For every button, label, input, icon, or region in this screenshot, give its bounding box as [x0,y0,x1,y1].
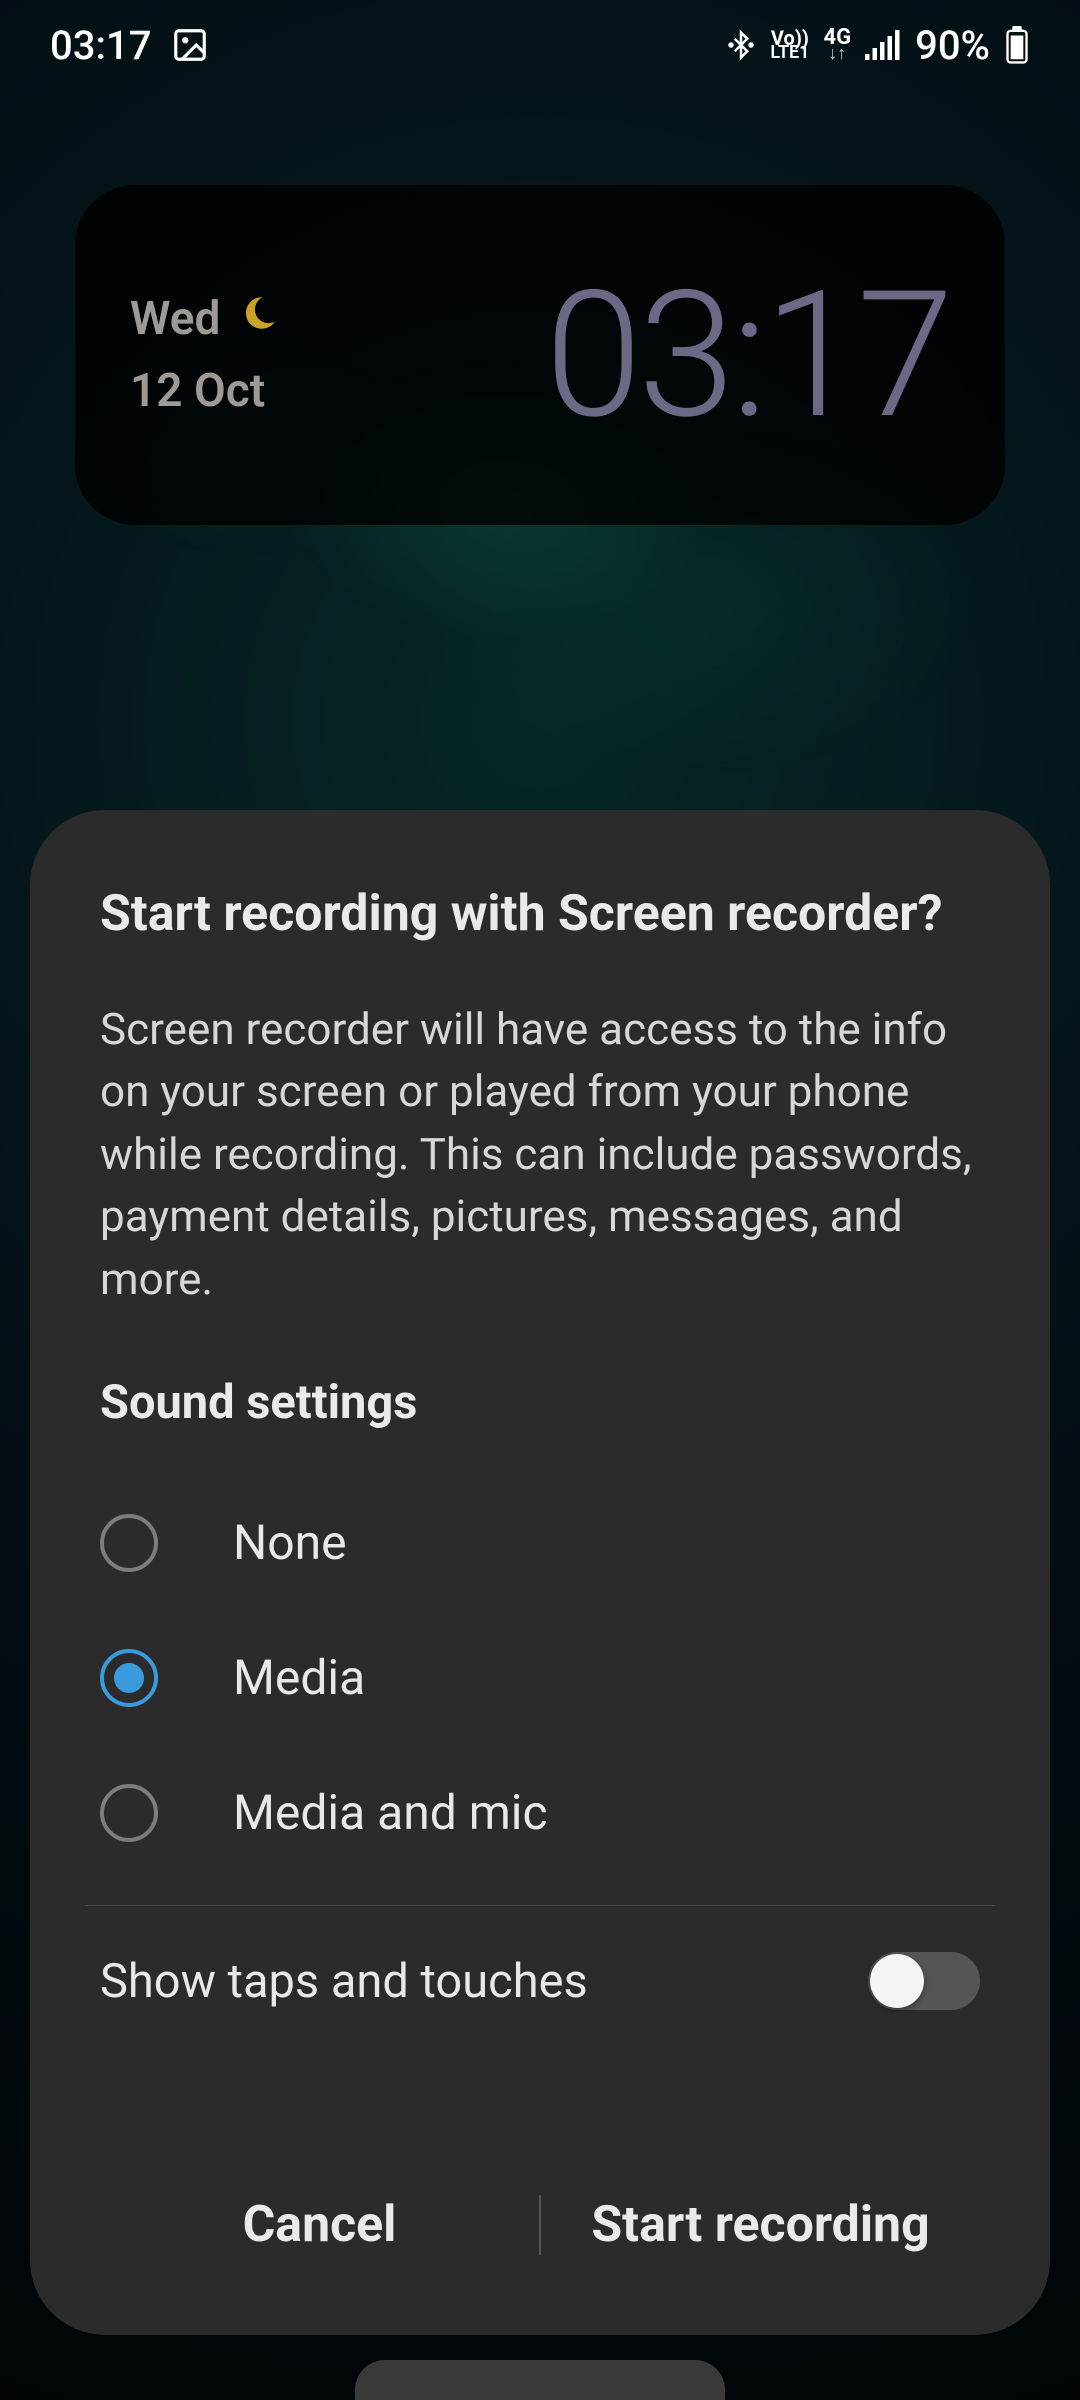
show-taps-row[interactable]: Show taps and touches [100,1906,980,2056]
screen-recorder-dialog: Start recording with Screen recorder? Sc… [30,810,1050,2335]
status-bar: 03:17 Vo)) LTE1 4G ↓↑ [0,0,1080,90]
clock-time: 03:17 [545,253,950,458]
screenshot-icon [171,26,209,64]
dialog-button-row: Cancel Start recording [100,2140,980,2310]
clock-widget[interactable]: Wed 12 Oct 03:17 [75,185,1005,525]
radio-icon [100,1784,158,1842]
volte-bottom: LTE1 [770,46,809,60]
show-taps-label: Show taps and touches [100,1954,588,2009]
sound-option-none[interactable]: None [100,1475,980,1610]
status-right: Vo)) LTE1 4G ↓↑ 90% [726,22,1030,69]
network-type: 4G ↓↑ [823,29,851,61]
clock-date-block: Wed 12 Oct [130,292,280,418]
radio-icon [100,1514,158,1572]
clock-day: Wed [130,292,220,346]
battery-icon [1004,26,1030,64]
bluetooth-icon [726,27,756,63]
nav-handle[interactable] [355,2360,725,2400]
data-arrows-icon: ↓↑ [828,47,846,61]
dialog-title: Start recording with Screen recorder? [100,885,980,943]
show-taps-switch[interactable] [868,1952,980,2010]
sound-radio-group: None Media Media and mic [100,1475,980,1880]
radio-label: Media [233,1649,365,1706]
sound-settings-label: Sound settings [100,1375,980,1430]
status-time: 03:17 [50,22,151,69]
start-recording-button[interactable]: Start recording [541,2166,980,2284]
moon-icon [238,292,280,346]
battery-percent: 90% [915,22,990,69]
radio-label: Media and mic [233,1784,548,1841]
signal-icon [865,30,901,60]
sound-option-media[interactable]: Media [100,1610,980,1745]
cancel-button[interactable]: Cancel [100,2166,539,2284]
switch-knob [870,1954,924,2008]
dialog-body: Screen recorder will have access to the … [100,998,980,1310]
radio-icon [100,1649,158,1707]
clock-date: 12 Oct [130,364,265,418]
status-left: 03:17 [50,22,209,69]
sound-option-media-mic[interactable]: Media and mic [100,1745,980,1880]
volte-indicator: Vo)) LTE1 [770,30,809,60]
radio-label: None [233,1514,347,1571]
